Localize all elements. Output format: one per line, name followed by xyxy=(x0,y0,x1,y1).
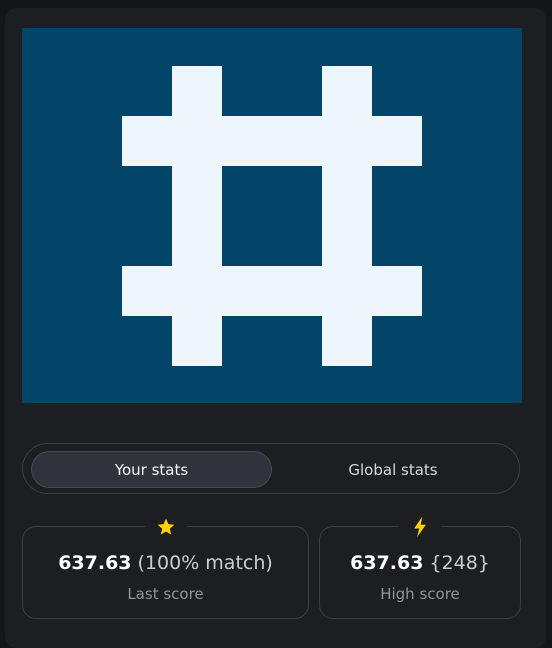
hash-vertical-bar-right xyxy=(322,66,372,366)
high-score-count: {248} xyxy=(429,552,490,574)
image-preview xyxy=(22,28,522,403)
last-score-label: Last score xyxy=(127,585,204,603)
preview-background xyxy=(22,28,522,403)
high-score-line: 637.63 {248} xyxy=(320,552,520,574)
star-icon xyxy=(144,513,187,541)
hash-grid-graphic xyxy=(22,28,522,403)
hash-horizontal-bar-bottom xyxy=(122,266,422,316)
stats-toggle: Your stats Global stats xyxy=(22,443,520,494)
high-score-card: 637.63 {248} High score xyxy=(319,513,521,619)
last-score-line: 637.63 (100% match) xyxy=(23,552,308,574)
tab-your-stats[interactable]: Your stats xyxy=(31,451,272,488)
last-score-value: 637.63 xyxy=(58,552,132,574)
hash-vertical-bar-left xyxy=(172,66,222,366)
high-score-value: 637.63 xyxy=(350,552,424,574)
last-score-match: (100% match) xyxy=(137,552,273,574)
tab-global-stats[interactable]: Global stats xyxy=(272,451,514,488)
last-score-card: 637.63 (100% match) Last score xyxy=(22,513,309,619)
lightning-bolt-icon xyxy=(399,513,441,541)
hash-horizontal-bar-top xyxy=(122,116,422,166)
high-score-label: High score xyxy=(380,585,460,603)
